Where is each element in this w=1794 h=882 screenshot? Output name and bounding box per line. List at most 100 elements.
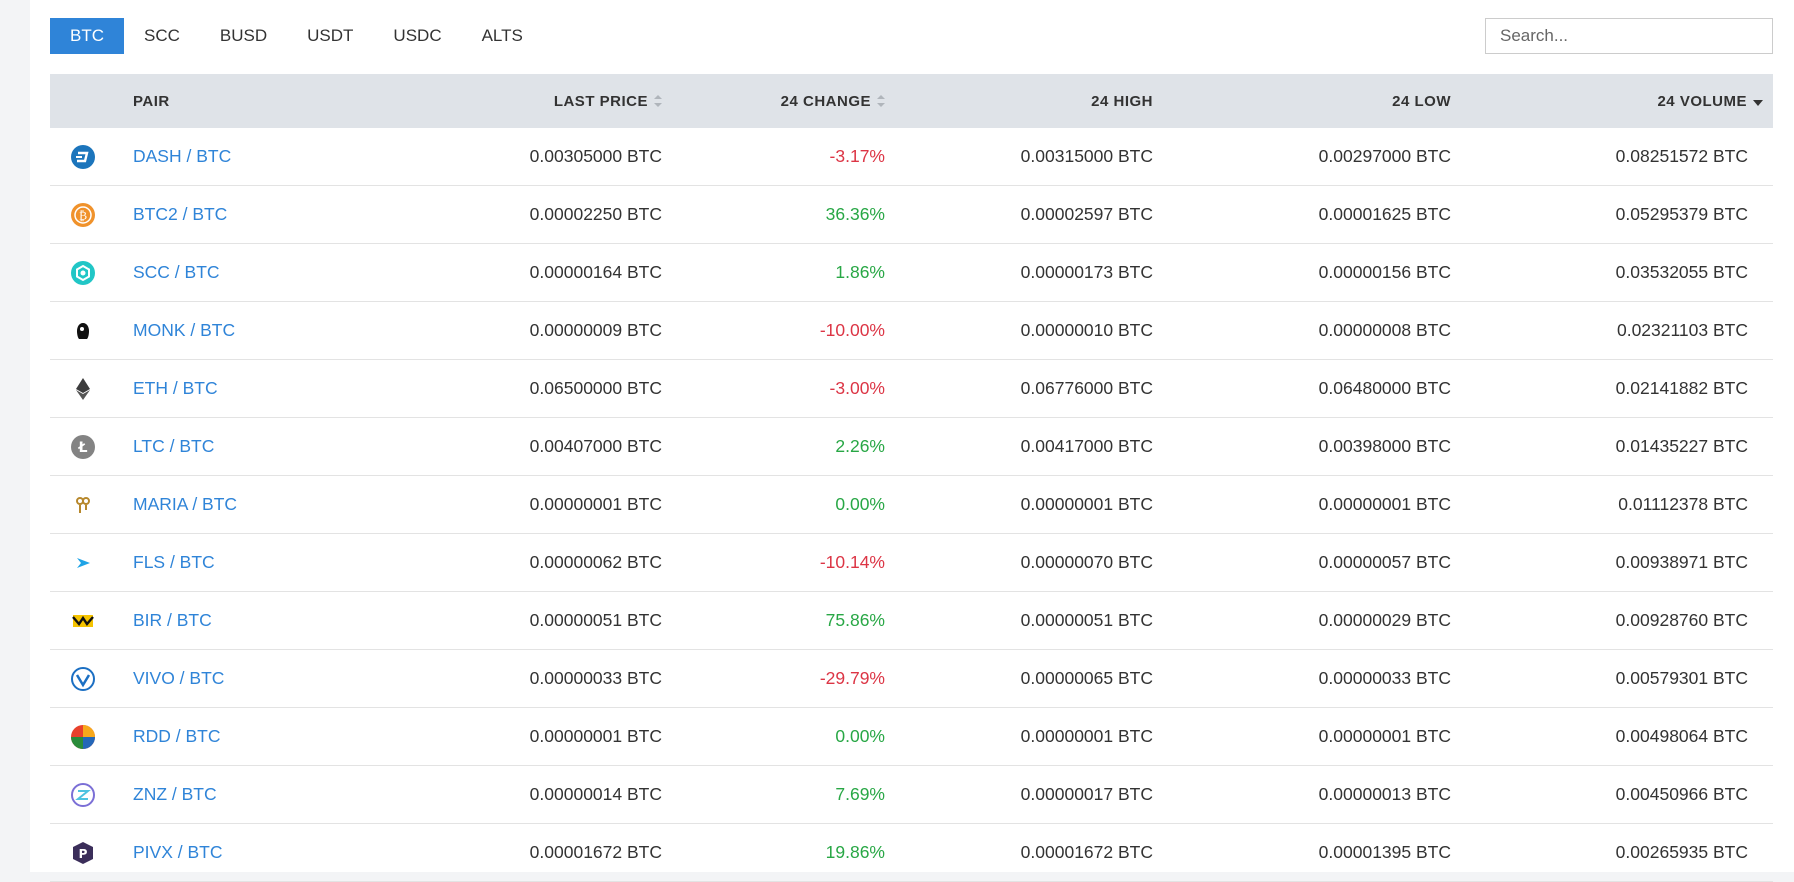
table-row[interactable]: RDD / BTC 0.00000001 BTC 0.00% 0.00000001 B… [50, 708, 1773, 766]
monk-icon [68, 302, 98, 359]
change-percent: 7.69% [835, 784, 885, 804]
high-price: 0.00000001 BTC [1020, 494, 1153, 514]
high-price: 0.00000065 BTC [1020, 668, 1153, 688]
high-price: 0.00000017 BTC [1020, 784, 1153, 804]
last-price: 0.00000164 BTC [529, 262, 662, 282]
svg-text:P: P [79, 847, 88, 861]
tab-scc[interactable]: SCC [124, 18, 200, 54]
last-price: 0.00305000 BTC [529, 146, 662, 166]
bir-icon [68, 592, 98, 649]
last-price: 0.00000033 BTC [529, 668, 662, 688]
high-price: 0.06776000 BTC [1020, 378, 1153, 398]
pair-link[interactable]: RDD / BTC [133, 726, 221, 747]
low-price: 0.00000033 BTC [1318, 668, 1451, 688]
last-price: 0.00000051 BTC [529, 610, 662, 630]
markets-panel: BTC SCC BUSD USDT USDC ALTS PAIR LAST PR… [30, 0, 1794, 882]
svg-text:Ł: Ł [78, 440, 88, 456]
tab-alts[interactable]: ALTS [462, 18, 543, 54]
table-row[interactable]: ETH / BTC 0.06500000 BTC -3.00% 0.06776000 … [50, 360, 1773, 418]
search-input[interactable] [1485, 18, 1773, 54]
volume: 0.00938971 BTC [1615, 552, 1748, 572]
column-header-last-price-label: LAST PRICE [553, 92, 648, 110]
tab-usdt[interactable]: USDT [287, 18, 373, 54]
table-row[interactable]: DASH / BTC 0.00305000 BTC -3.17% 0.00315000… [50, 128, 1773, 186]
eth-icon [68, 360, 98, 417]
table-header: PAIR LAST PRICE 24 CHANGE 24 HIGH 24 LOW… [50, 74, 1773, 128]
pair-link[interactable]: PIVX / BTC [133, 842, 222, 863]
pair-link[interactable]: DASH / BTC [133, 146, 231, 167]
table-row[interactable]: SCC / BTC 0.00000164 BTC 1.86% 0.00000173 B… [50, 244, 1773, 302]
column-header-24-change[interactable]: 24 CHANGE [781, 74, 885, 128]
pair-link[interactable]: VIVO / BTC [133, 668, 224, 689]
table-row[interactable]: MONK / BTC 0.00000009 BTC -10.00% 0.0000001… [50, 302, 1773, 360]
scc-icon [68, 244, 98, 301]
column-header-24-volume-label: 24 VOLUME [1657, 92, 1747, 110]
column-header-pair[interactable]: PAIR [133, 74, 170, 128]
column-header-24-low[interactable]: 24 LOW [1392, 74, 1451, 128]
sort-icon [877, 95, 885, 107]
column-header-24-high-label: 24 HIGH [1091, 92, 1153, 110]
column-header-pair-label: PAIR [133, 92, 170, 110]
volume: 0.00265935 BTC [1615, 842, 1748, 862]
pair-link[interactable]: LTC / BTC [133, 436, 214, 457]
high-price: 0.00000010 BTC [1020, 320, 1153, 340]
ltc-icon: Ł [68, 418, 98, 475]
change-percent: -10.00% [819, 320, 885, 340]
change-percent: -3.00% [829, 378, 885, 398]
table-row[interactable]: ₿ BTC2 / BTC 0.00002250 BTC 36.36% 0.0000259… [50, 186, 1773, 244]
volume: 0.00579301 BTC [1615, 668, 1748, 688]
pair-link[interactable]: BIR / BTC [133, 610, 212, 631]
high-price: 0.00001672 BTC [1020, 842, 1153, 862]
table-body: DASH / BTC 0.00305000 BTC -3.17% 0.00315000… [50, 128, 1773, 882]
last-price: 0.00407000 BTC [529, 436, 662, 456]
svg-text:₿: ₿ [79, 208, 87, 222]
pair-link[interactable]: BTC2 / BTC [133, 204, 227, 225]
change-percent: 0.00% [835, 494, 885, 514]
volume: 0.05295379 BTC [1615, 204, 1748, 224]
pivx-icon: P [68, 824, 98, 881]
tab-usdc[interactable]: USDC [373, 18, 461, 54]
table-row[interactable]: P PIVX / BTC 0.00001672 BTC 19.86% 0.0000167… [50, 824, 1773, 882]
table-row[interactable]: BIR / BTC 0.00000051 BTC 75.86% 0.00000051 … [50, 592, 1773, 650]
volume: 0.00450966 BTC [1615, 784, 1748, 804]
fls-icon [68, 534, 98, 591]
high-price: 0.00002597 BTC [1020, 204, 1153, 224]
column-header-24-low-label: 24 LOW [1392, 92, 1451, 110]
pair-link[interactable]: MARIA / BTC [133, 494, 237, 515]
sort-descending-icon [1753, 100, 1763, 106]
change-percent: -10.14% [819, 552, 885, 572]
sort-icon [654, 95, 662, 107]
low-price: 0.00001625 BTC [1318, 204, 1451, 224]
column-header-24-volume[interactable]: 24 VOLUME [1657, 74, 1763, 128]
table-row[interactable]: Ł LTC / BTC 0.00407000 BTC 2.26% 0.00417000 … [50, 418, 1773, 476]
low-price: 0.00000156 BTC [1318, 262, 1451, 282]
low-price: 0.00000001 BTC [1318, 726, 1451, 746]
table-row[interactable]: ZNZ / BTC 0.00000014 BTC 7.69% 0.00000017 B… [50, 766, 1773, 824]
pair-link[interactable]: FLS / BTC [133, 552, 215, 573]
last-price: 0.00000009 BTC [529, 320, 662, 340]
column-header-24-change-label: 24 CHANGE [780, 92, 871, 110]
btc2-icon: ₿ [68, 186, 98, 243]
last-price: 0.00000014 BTC [529, 784, 662, 804]
high-price: 0.00000173 BTC [1020, 262, 1153, 282]
high-price: 0.00000051 BTC [1020, 610, 1153, 630]
high-price: 0.00315000 BTC [1020, 146, 1153, 166]
znz-icon [68, 766, 98, 823]
maria-icon [68, 476, 98, 533]
tab-btc[interactable]: BTC [50, 18, 124, 54]
pair-link[interactable]: SCC / BTC [133, 262, 220, 283]
volume: 0.01112378 BTC [1618, 494, 1748, 514]
last-price: 0.00001672 BTC [529, 842, 662, 862]
column-header-24-high[interactable]: 24 HIGH [1091, 74, 1153, 128]
pair-link[interactable]: ETH / BTC [133, 378, 218, 399]
last-price: 0.00000062 BTC [529, 552, 662, 572]
last-price: 0.00000001 BTC [529, 726, 662, 746]
tab-busd[interactable]: BUSD [200, 18, 287, 54]
pair-link[interactable]: MONK / BTC [133, 320, 235, 341]
pair-link[interactable]: ZNZ / BTC [133, 784, 217, 805]
table-row[interactable]: VIVO / BTC 0.00000033 BTC -29.79% 0.0000006… [50, 650, 1773, 708]
table-row[interactable]: FLS / BTC 0.00000062 BTC -10.14% 0.00000070… [50, 534, 1773, 592]
column-header-last-price[interactable]: LAST PRICE [554, 74, 662, 128]
table-row[interactable]: MARIA / BTC 0.00000001 BTC 0.00% 0.00000001… [50, 476, 1773, 534]
low-price: 0.06480000 BTC [1318, 378, 1451, 398]
